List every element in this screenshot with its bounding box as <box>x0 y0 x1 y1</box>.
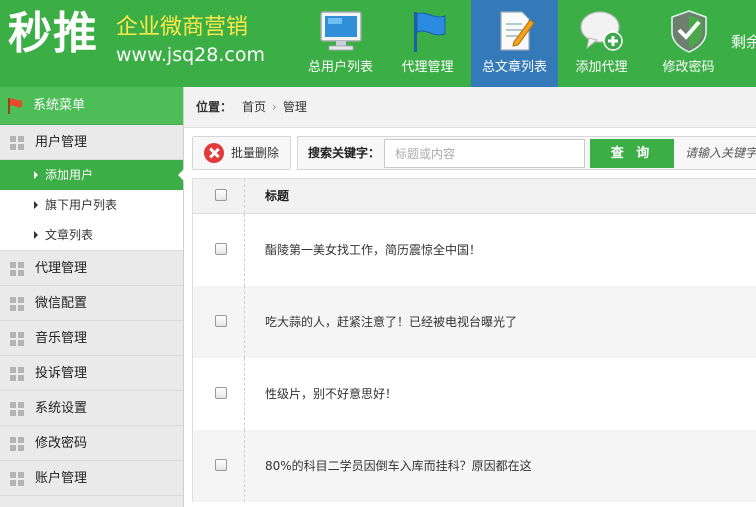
nav-user-list[interactable]: 总用户列表 <box>297 0 384 87</box>
nav-label: 添加代理 <box>575 60 628 75</box>
table-row: 酯陵第一美女找工作，简历震惊全中国！ <box>193 214 756 286</box>
sidebar-item-article-list[interactable]: 文章列表 <box>0 220 183 250</box>
arrow-right-icon <box>34 171 38 179</box>
grid-icon <box>10 472 25 487</box>
sidebar-item-label: 旗下用户列表 <box>45 198 118 212</box>
chevron-right-icon: › <box>272 100 277 114</box>
sidebar-item-add-user[interactable]: 添加用户 <box>0 160 184 190</box>
nav-agent-manage[interactable]: 代理管理 <box>384 0 471 87</box>
breadcrumb-label: 位置： <box>196 100 233 114</box>
row-title[interactable]: 性级片，别不好意思好！ <box>265 358 397 430</box>
delete-x-icon <box>204 143 224 163</box>
column-divider <box>244 358 245 430</box>
nav-label: 总用户列表 <box>307 60 373 75</box>
search-label: 搜索关键字： <box>308 146 381 160</box>
sidebar-group-user-manage[interactable]: 用户管理 <box>0 125 183 160</box>
row-checkbox[interactable] <box>215 243 227 255</box>
monitor-icon <box>319 11 362 51</box>
search-bar: 搜索关键字： 查 询 请输入关键字 <box>297 136 756 170</box>
sidebar-group-wechat-config[interactable]: 微信配置 <box>0 286 183 321</box>
column-divider <box>244 214 245 286</box>
flag-icon <box>413 12 445 52</box>
article-table: 标题 酯陵第一美女找工作，简历震惊全中国！ 吃大蒜的人，赶紧注意了！已经被电视台… <box>192 178 756 502</box>
table-row: 80%的科目二学员因倒车入库而挂科？原因都在这 <box>193 430 756 502</box>
nav-label: 代理管理 <box>401 60 454 75</box>
sidebar-group-agent-manage[interactable]: 代理管理 <box>0 251 183 286</box>
sidebar-item-label: 添加用户 <box>45 168 94 182</box>
sidebar: 系统菜单 用户管理 添加用户 旗下用户列表 文章列表 代理管理 微信配置 音乐管… <box>0 87 184 507</box>
nav-add-agent[interactable]: 添加代理 <box>558 0 645 87</box>
red-flag-icon <box>8 98 22 114</box>
sidebar-group-label: 用户管理 <box>35 135 88 150</box>
main-content: 位置： 首页 › 管理 批量删除 搜索关键字： 查 询 请输入关键字 标题 酯陵第一美… <box>184 87 756 507</box>
grid-icon <box>10 297 25 312</box>
sidebar-group-label: 音乐管理 <box>35 331 88 346</box>
row-title[interactable]: 吃大蒜的人，赶紧注意了！已经被电视台曝光了 <box>265 286 517 358</box>
toolbar: 批量删除 搜索关键字： 查 询 请输入关键字 <box>184 128 756 178</box>
grid-icon <box>10 262 25 277</box>
grid-icon <box>10 136 25 151</box>
sidebar-group-label: 系统设置 <box>35 401 88 416</box>
column-header-title: 标题 <box>265 189 290 203</box>
sidebar-group-change-password[interactable]: 修改密码 <box>0 426 183 461</box>
sidebar-group-system-settings[interactable]: 系统设置 <box>0 391 183 426</box>
nav-label: 总文章列表 <box>481 60 547 75</box>
column-divider <box>244 286 245 358</box>
logo-url: www.jsq28.com <box>116 44 265 66</box>
sidebar-item-label: 文章列表 <box>45 228 94 242</box>
sidebar-group-label: 修改密码 <box>35 436 88 451</box>
batch-delete-button[interactable]: 批量删除 <box>192 136 291 170</box>
chat-add-icon <box>579 11 623 51</box>
breadcrumb-current: 管理 <box>282 100 307 114</box>
table-row: 性级片，别不好意思好！ <box>193 358 756 430</box>
top-header: 秒推 企业微商营销 www.jsq28.com 总用户列表 代理管理 总文章列表 <box>0 0 756 87</box>
arrow-right-icon <box>34 201 38 209</box>
breadcrumb-home[interactable]: 首页 <box>242 100 266 114</box>
nav-change-password[interactable]: 修改密码 <box>645 0 732 87</box>
logo-main-text: 秒推 <box>8 8 98 59</box>
breadcrumb: 位置： 首页 › 管理 <box>184 87 756 128</box>
search-hint: 请输入关键字 <box>685 146 756 160</box>
column-divider <box>244 179 245 213</box>
row-checkbox[interactable] <box>215 459 227 471</box>
sidebar-group-account-manage[interactable]: 账户管理 <box>0 461 183 496</box>
search-input[interactable] <box>384 139 585 168</box>
batch-delete-label: 批量删除 <box>231 146 280 160</box>
select-all-checkbox[interactable] <box>215 189 227 201</box>
row-checkbox[interactable] <box>215 387 227 399</box>
sidebar-group-music-manage[interactable]: 音乐管理 <box>0 321 183 356</box>
document-pencil-icon <box>499 11 535 51</box>
sidebar-item-sub-user-list[interactable]: 旗下用户列表 <box>0 190 183 220</box>
grid-icon <box>10 437 25 452</box>
row-checkbox[interactable] <box>215 315 227 327</box>
column-divider <box>244 430 245 502</box>
row-title[interactable]: 酯陵第一美女找工作，简历震惊全中国！ <box>265 214 481 286</box>
remaining-text: 剩余 <box>731 33 756 51</box>
grid-icon <box>10 402 25 417</box>
grid-icon <box>10 332 25 347</box>
table-row: 吃大蒜的人，赶紧注意了！已经被电视台曝光了 <box>193 286 756 358</box>
sidebar-group-label: 账户管理 <box>35 471 88 486</box>
row-title[interactable]: 80%的科目二学员因倒车入库而挂科？原因都在这 <box>265 430 532 502</box>
sidebar-group-label: 微信配置 <box>35 296 88 311</box>
sidebar-group-label: 代理管理 <box>35 261 88 276</box>
nav-label: 修改密码 <box>662 60 715 75</box>
sidebar-group-complaint-manage[interactable]: 投诉管理 <box>0 356 183 391</box>
shield-check-icon <box>670 10 707 53</box>
search-button[interactable]: 查 询 <box>590 139 674 168</box>
sidebar-group-label: 投诉管理 <box>35 366 88 381</box>
nav-article-list[interactable]: 总文章列表 <box>471 0 558 87</box>
sidebar-title-label: 系统菜单 <box>33 98 86 113</box>
arrow-right-icon <box>34 231 38 239</box>
sidebar-title: 系统菜单 <box>0 87 183 125</box>
table-header: 标题 <box>193 179 756 214</box>
logo-slogan: 企业微商营销 <box>116 15 249 40</box>
grid-icon <box>10 367 25 382</box>
sidebar-submenu: 添加用户 旗下用户列表 文章列表 <box>0 160 184 251</box>
